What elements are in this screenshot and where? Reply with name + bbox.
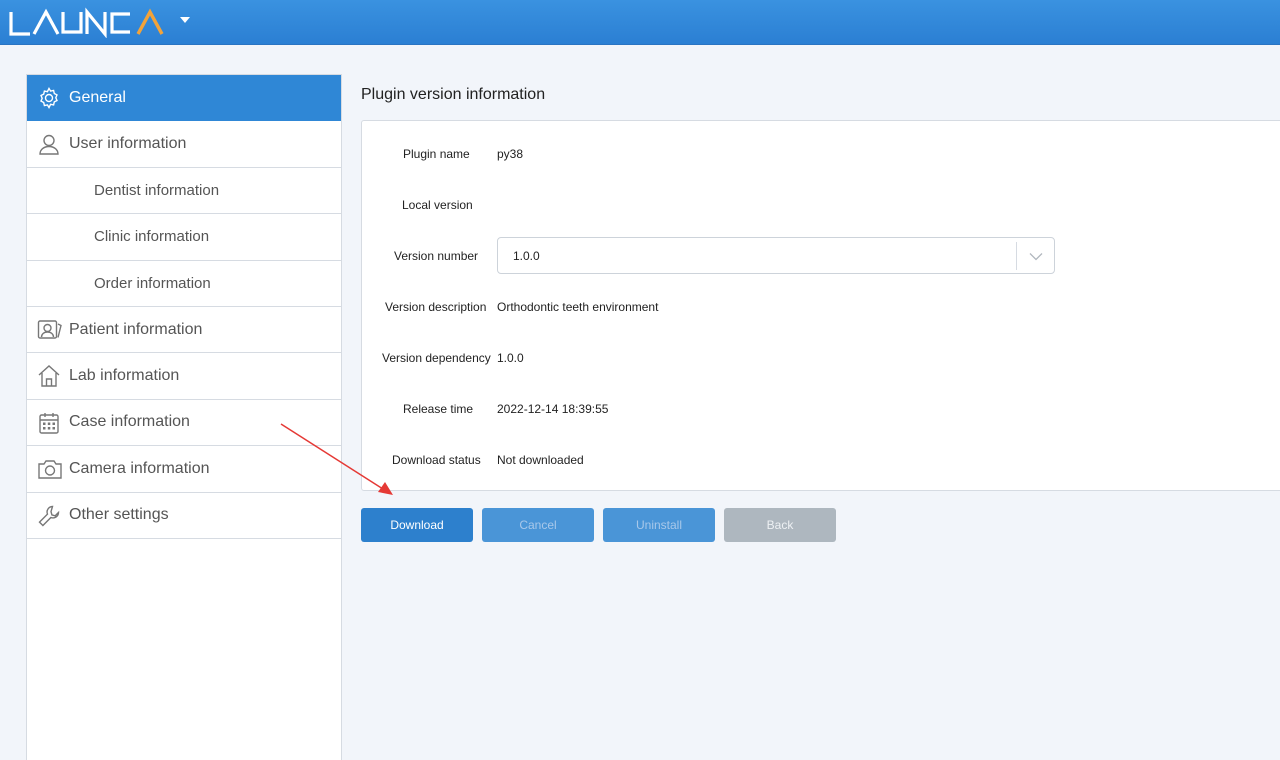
sidebar-item-label: Camera information <box>69 459 210 477</box>
version-number-label: Version number <box>394 249 479 263</box>
version-description-value: Orthodontic teeth environment <box>497 300 659 314</box>
sidebar-item-label: Dentist information <box>94 181 220 199</box>
patient-card-icon <box>37 318 62 342</box>
version-number-select[interactable]: 1.0.0 <box>497 237 1055 274</box>
top-bar <box>0 0 1280 45</box>
cancel-button[interactable]: Cancel <box>482 508 594 542</box>
download-status-value: Not downloaded <box>497 453 584 467</box>
version-dependency-label: Version dependency <box>382 351 491 365</box>
sidebar-item-label: Other settings <box>69 506 169 524</box>
version-description-label: Version description <box>385 300 487 314</box>
plugin-name-label: Plugin name <box>403 147 470 161</box>
sidebar-item-general[interactable]: General <box>27 75 341 122</box>
select-divider <box>1016 242 1017 270</box>
chevron-down-icon[interactable] <box>1028 248 1044 264</box>
home-icon <box>37 364 61 388</box>
version-number-value: 1.0.0 <box>513 249 540 263</box>
sidebar-item-order-information[interactable]: Order information <box>27 261 341 307</box>
download-status-label: Download status <box>392 453 481 467</box>
sidebar-item-clinic-information[interactable]: Clinic information <box>27 214 341 261</box>
calendar-icon <box>37 411 61 435</box>
user-icon <box>37 132 61 156</box>
wrench-icon <box>37 504 61 528</box>
sidebar-item-label: General <box>69 88 126 106</box>
plugin-name-value: py38 <box>497 147 524 161</box>
launca-logo[interactable] <box>8 6 173 38</box>
sidebar-item-label: Order information <box>94 274 211 292</box>
sidebar-item-patient-information[interactable]: Patient information <box>27 307 341 354</box>
gear-icon <box>37 86 61 110</box>
sidebar-item-label: Lab information <box>69 367 180 385</box>
sidebar-item-lab-information[interactable]: Lab information <box>27 353 341 400</box>
sidebar-item-label: User information <box>69 135 187 153</box>
sidebar-item-label: Clinic information <box>94 228 210 246</box>
sidebar-item-user-information[interactable]: User information <box>27 121 341 168</box>
uninstall-button[interactable]: Uninstall <box>603 508 715 542</box>
sidebar-item-label: Case information <box>69 413 190 431</box>
local-version-label: Local version <box>402 198 473 212</box>
back-button[interactable]: Back <box>724 508 836 542</box>
sidebar-item-dentist-information[interactable]: Dentist information <box>27 168 341 215</box>
page-title: Plugin version information <box>361 86 546 103</box>
sidebar-item-other-settings[interactable]: Other settings <box>27 493 341 539</box>
sidebar: General User information Dentist informa… <box>26 74 342 760</box>
version-dependency-value: 1.0.0 <box>497 351 524 365</box>
sidebar-item-camera-information[interactable]: Camera information <box>27 446 341 493</box>
download-button[interactable]: Download <box>361 508 473 542</box>
sidebar-item-case-information[interactable]: Case information <box>27 400 341 447</box>
sidebar-item-label: Patient information <box>69 320 203 338</box>
camera-icon <box>37 457 62 481</box>
chevron-down-icon[interactable] <box>180 17 190 23</box>
release-time-label: Release time <box>403 402 474 416</box>
release-time-value: 2022-12-14 18:39:55 <box>497 402 609 416</box>
